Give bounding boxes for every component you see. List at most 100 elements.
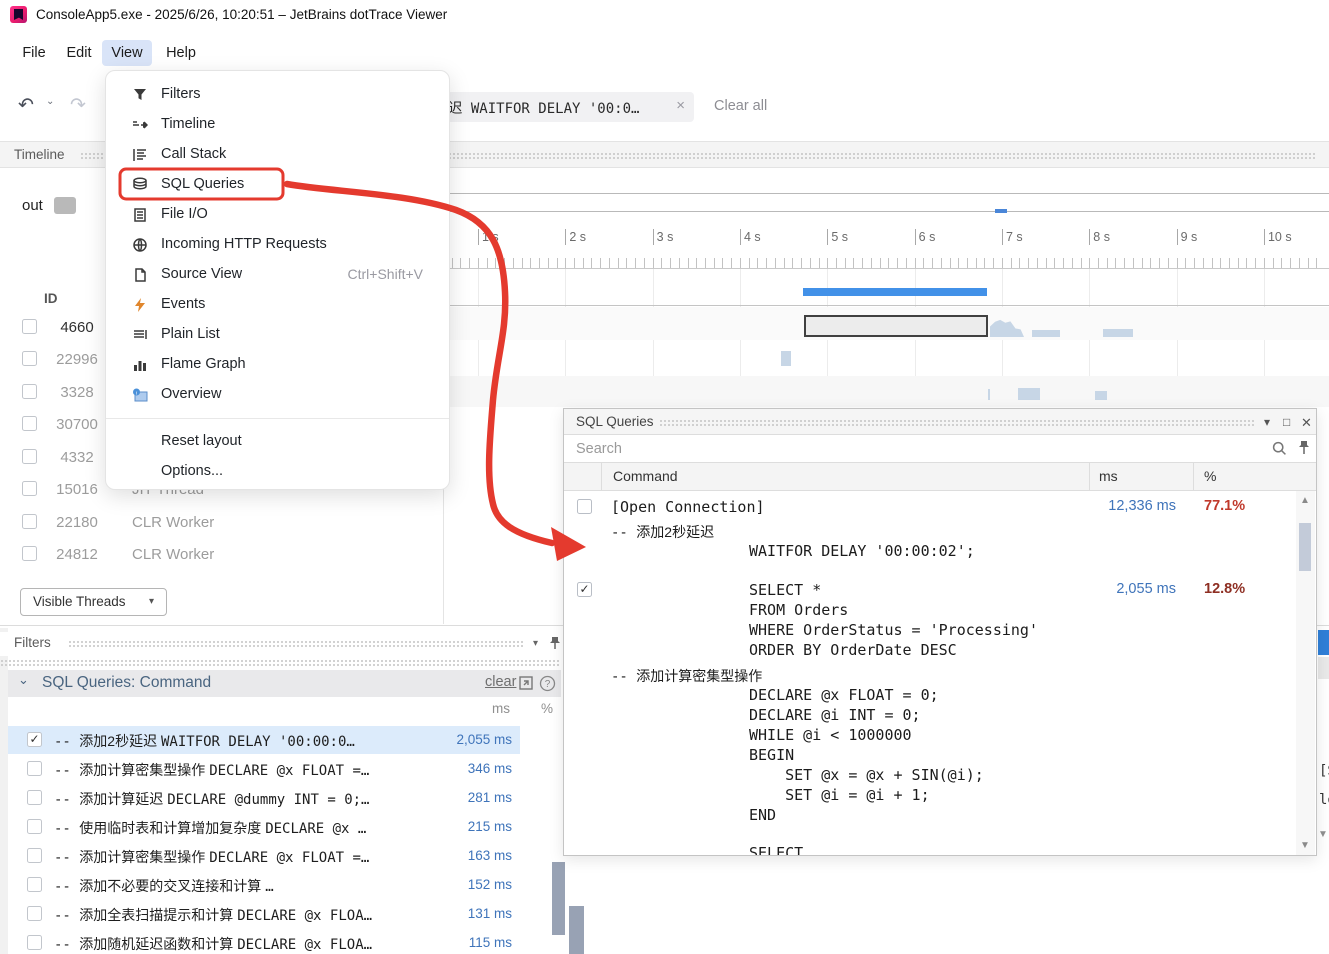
ruler-minor-tick: [1054, 258, 1055, 268]
ruler-minor-tick: [1072, 258, 1073, 268]
scroll-up-arrow[interactable]: ▲: [1300, 495, 1310, 506]
selected-query-time-bar[interactable]: [803, 288, 987, 296]
query-filter-row[interactable]: -- 添加随机延迟函数和计算 DECLARE @x FLOA… 115 ms: [8, 929, 520, 954]
query-filter-row[interactable]: -- 添加计算密集型操作 DECLARE @x FLOAT =… 346 ms: [8, 755, 520, 783]
search-icon[interactable]: [1272, 441, 1287, 456]
ruler-minor-tick: [653, 258, 654, 268]
open-in-new-icon[interactable]: [518, 675, 534, 691]
query-checkbox[interactable]: [27, 761, 42, 776]
query-filter-row[interactable]: -- 添加计算密集型操作 DECLARE @x FLOAT =… 163 ms: [8, 842, 520, 870]
ruler-minor-tick: [1115, 258, 1116, 268]
menu-item-flame-graph[interactable]: Flame Graph: [106, 350, 449, 380]
thread-row[interactable]: 22180 CLR Worker: [0, 513, 440, 535]
sql-queries-command-section[interactable]: ⌄ SQL Queries: Command clear ?: [8, 670, 561, 697]
zoom-slider-handle[interactable]: [54, 197, 76, 214]
scrollbar-thumb[interactable]: [552, 862, 565, 935]
clear-filter-link[interactable]: clear: [485, 674, 516, 690]
drag-handle-dots[interactable]: [659, 419, 1254, 426]
query-checkbox[interactable]: [27, 935, 42, 950]
help-icon[interactable]: ?: [539, 675, 556, 692]
menu-item-timeline[interactable]: Timeline: [106, 110, 449, 140]
query-filter-row[interactable]: ✓ -- 添加2秒延迟 WAITFOR DELAY '00:00:0… 2,05…: [8, 726, 520, 754]
thread-row[interactable]: 24812 CLR Worker: [0, 545, 440, 567]
menu-item-file-io[interactable]: File I/O: [106, 200, 449, 230]
thread-checkbox[interactable]: [22, 449, 37, 464]
query-checkbox[interactable]: [27, 906, 42, 921]
row-checkbox[interactable]: [577, 499, 592, 514]
menu-item-incoming-http[interactable]: Incoming HTTP Requests: [106, 230, 449, 260]
menu-edit[interactable]: Edit: [58, 40, 100, 66]
thread-checkbox[interactable]: [22, 546, 37, 561]
thread-id-column-header[interactable]: ID: [44, 291, 58, 306]
query-checkbox[interactable]: ✓: [27, 732, 42, 747]
menu-view[interactable]: View: [102, 40, 152, 66]
visible-threads-dropdown[interactable]: Visible Threads ▾: [20, 588, 167, 616]
column-divider[interactable]: [601, 463, 602, 491]
ruler-minor-tick: [530, 258, 531, 268]
chip-close-icon[interactable]: ×: [676, 97, 685, 114]
ms-column-header[interactable]: ms: [470, 701, 510, 716]
row-checkbox[interactable]: ✓: [577, 582, 592, 597]
menu-item-overview[interactable]: i Overview: [106, 380, 449, 410]
thread-checkbox[interactable]: [22, 319, 37, 334]
pin-icon[interactable]: [548, 635, 562, 651]
row-percent: 77.1%: [1204, 498, 1245, 514]
vertical-scrollbar[interactable]: ▲ ▼: [1296, 491, 1315, 855]
column-divider[interactable]: [1193, 463, 1194, 491]
sql-panel-header[interactable]: SQL Queries ▾ □ ✕: [564, 409, 1316, 435]
percent-column-header[interactable]: %: [528, 701, 553, 716]
menu-item-options[interactable]: Options...: [106, 457, 449, 487]
percent-column-header[interactable]: %: [1204, 468, 1216, 484]
thread-checkbox[interactable]: [22, 481, 37, 496]
undo-button[interactable]: ↶⌄: [18, 94, 78, 118]
query-checkbox[interactable]: [27, 790, 42, 805]
thread-checkbox[interactable]: [22, 514, 37, 529]
sql-results-table[interactable]: [Open Connection] 12,336 ms 77.1% -- 添加2…: [564, 491, 1296, 855]
filters-panel-header[interactable]: Filters ▾: [0, 632, 561, 656]
menu-file[interactable]: File: [14, 40, 54, 66]
query-comment-zh: 添加计算密集型操作: [79, 762, 209, 778]
close-icon[interactable]: ✕: [1301, 415, 1312, 431]
query-checkbox[interactable]: [27, 848, 42, 863]
menu-item-reset-layout[interactable]: Reset layout: [106, 427, 449, 457]
query-filter-row[interactable]: -- 添加全表扫描提示和计算 DECLARE @x FLOA… 131 ms: [8, 900, 520, 928]
ruler-minor-tick: [635, 258, 636, 268]
thread-checkbox[interactable]: [22, 416, 37, 431]
menu-item-source-view[interactable]: Source View Ctrl+Shift+V: [106, 260, 449, 290]
drag-handle-dots[interactable]: [68, 640, 523, 647]
ruler-minor-tick: [784, 258, 785, 268]
chevron-down-icon[interactable]: ▾: [533, 638, 538, 649]
menu-help[interactable]: Help: [158, 40, 204, 66]
query-filter-row[interactable]: -- 添加计算延迟 DECLARE @dummy INT = 0;… 281 m…: [8, 784, 520, 812]
scrollbar-thumb[interactable]: [1299, 523, 1311, 571]
column-divider[interactable]: [1089, 463, 1090, 491]
thread-checkbox[interactable]: [22, 351, 37, 366]
query-checkbox[interactable]: [27, 877, 42, 892]
pin-icon[interactable]: [1297, 439, 1311, 456]
command-column-header[interactable]: Command: [613, 468, 678, 484]
maximize-icon[interactable]: □: [1283, 415, 1290, 429]
menu-item-events[interactable]: Events: [106, 290, 449, 320]
scrollbar-thumb[interactable]: [569, 906, 584, 954]
scroll-down-arrow[interactable]: ▼: [1318, 829, 1328, 840]
ms-column-header[interactable]: ms: [1099, 468, 1118, 484]
splitter-dots[interactable]: [0, 659, 561, 666]
redo-button[interactable]: ↷: [70, 94, 86, 117]
overview-selection-marker[interactable]: [995, 209, 1007, 213]
thread-checkbox[interactable]: [22, 384, 37, 399]
scroll-down-arrow[interactable]: ▼: [1300, 840, 1310, 851]
chevron-collapse-icon[interactable]: ⌄: [18, 672, 29, 688]
undo-dropdown-caret[interactable]: ⌄: [46, 96, 54, 107]
clear-all-link[interactable]: Clear all: [714, 98, 767, 114]
search-input[interactable]: [576, 438, 1256, 460]
query-filter-row[interactable]: -- 添加不必要的交叉连接和计算 … 152 ms: [8, 871, 520, 899]
menu-item-sql-queries[interactable]: SQL Queries: [106, 170, 449, 200]
menu-item-call-stack[interactable]: Call Stack: [106, 140, 449, 170]
query-filter-row[interactable]: -- 使用临时表和计算增加复杂度 DECLARE @x … 215 ms: [8, 813, 520, 841]
ruler-minor-tick: [1142, 258, 1143, 268]
chevron-down-icon[interactable]: ▾: [1264, 415, 1270, 429]
query-checkbox[interactable]: [27, 819, 42, 834]
menu-item-plain-list[interactable]: Plain List: [106, 320, 449, 350]
timeline-selection-box[interactable]: [804, 315, 988, 337]
menu-item-filters[interactable]: Filters: [106, 80, 449, 110]
